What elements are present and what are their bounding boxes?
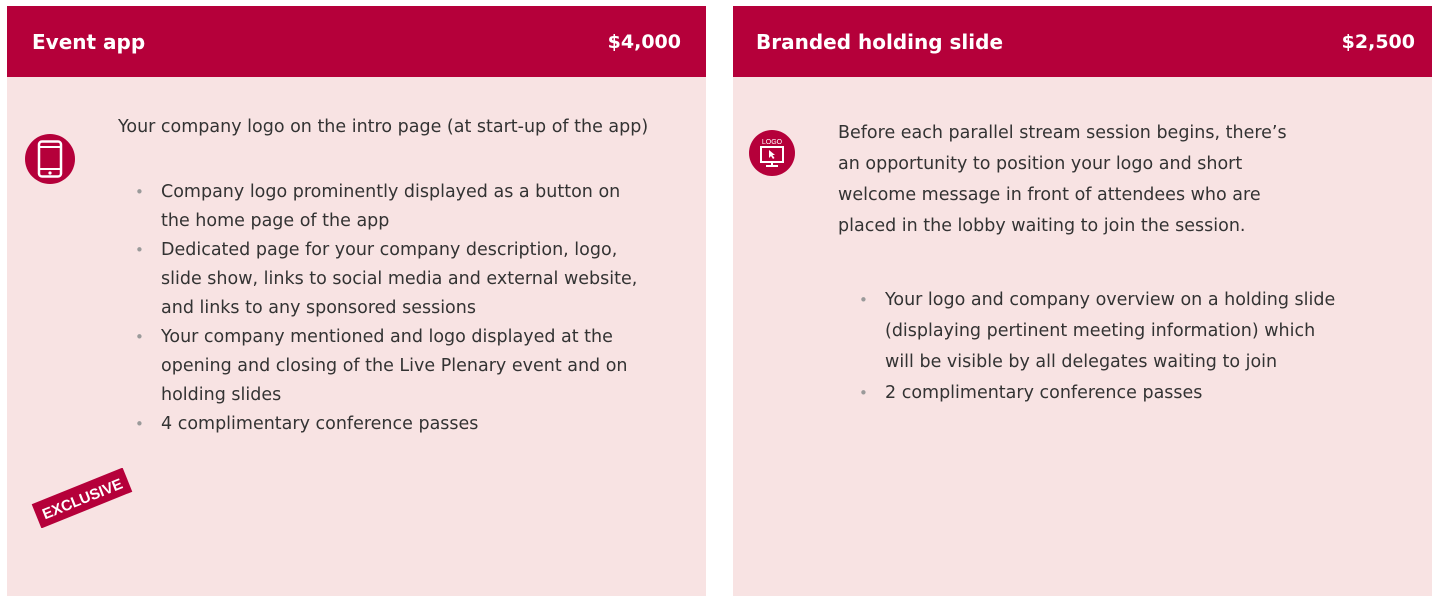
card-title: Event app <box>32 29 146 54</box>
card-intro: Before each parallel stream session begi… <box>838 123 1287 236</box>
exclusive-badge: EXCLUSIVE <box>31 468 133 528</box>
card-intro: Your company logo on the intro page (at … <box>118 117 649 137</box>
logo-monitor-icon-label: LOGO <box>762 139 783 146</box>
branded-holding-slide-card: Branded holding slide $2,500 LOGO Before… <box>733 6 1432 596</box>
card-header: Event app $4,000 <box>7 6 706 77</box>
logo-monitor-icon: LOGO <box>749 130 795 176</box>
benefit-list: Your logo and company overview on a hold… <box>858 285 1338 409</box>
card-price: $4,000 <box>607 30 681 53</box>
list-item: Your logo and company overview on a hold… <box>858 285 1338 378</box>
card-title: Branded holding slide <box>756 29 1004 54</box>
smartphone-icon <box>25 134 75 184</box>
list-item: Company logo prominently displayed as a … <box>134 178 654 236</box>
event-app-card: Event app $4,000 Your company logo on th… <box>7 6 706 596</box>
list-item: 4 complimentary conference passes <box>134 410 654 439</box>
card-header: Branded holding slide $2,500 <box>733 6 1432 77</box>
card-price: $2,500 <box>1341 30 1415 53</box>
list-item: 2 complimentary conference passes <box>858 378 1338 409</box>
list-item: Your company mentioned and logo displaye… <box>134 323 654 410</box>
list-item: Dedicated page for your company descript… <box>134 236 654 323</box>
benefit-list: Company logo prominently displayed as a … <box>134 178 654 439</box>
